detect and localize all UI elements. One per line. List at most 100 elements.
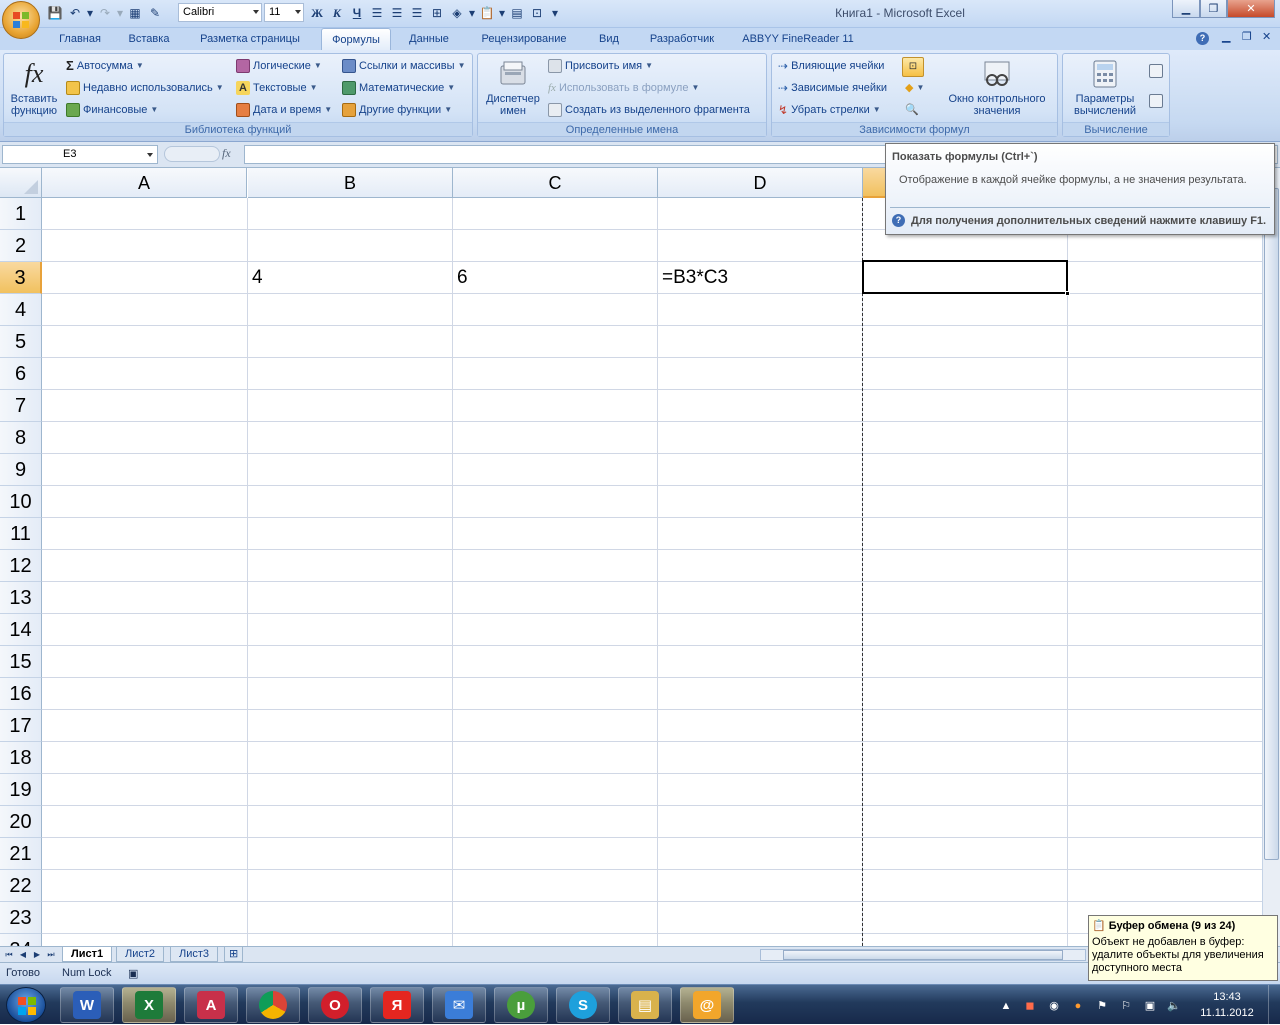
row-header-20[interactable]: 20 — [0, 806, 42, 838]
volume-icon[interactable]: 🔈 — [1166, 998, 1182, 1014]
row-header-15[interactable]: 15 — [0, 646, 42, 678]
taskbar-skype-button[interactable]: S — [556, 987, 610, 1023]
name-manager-button[interactable]: Диспетчер имен — [480, 58, 546, 117]
taskbar-explorer-button[interactable]: ▤ — [618, 987, 672, 1023]
macro-record-icon[interactable]: ▣ — [128, 967, 138, 980]
name-box[interactable]: E3 — [2, 145, 158, 164]
error-checking-button[interactable]: ◆ ▼ — [905, 79, 924, 97]
flag-icon[interactable]: ⚑ — [1094, 998, 1110, 1014]
network-icon[interactable]: ▣ — [1142, 998, 1158, 1014]
action-center-icon[interactable]: ⚐ — [1118, 998, 1134, 1014]
taskbar-yandex-button[interactable]: Я — [370, 987, 424, 1023]
close-button[interactable]: ✕ — [1227, 0, 1275, 18]
tab-view[interactable]: Вид — [588, 28, 630, 50]
row-header-18[interactable]: 18 — [0, 742, 42, 774]
formula-bar-handle[interactable] — [164, 146, 220, 162]
row-header-9[interactable]: 9 — [0, 454, 42, 486]
tab-data[interactable]: Данные — [398, 28, 460, 50]
tab-formulas[interactable]: Формулы — [321, 28, 391, 50]
datetime-functions-button[interactable]: Дата и время ▼ — [236, 101, 332, 119]
remove-arrows-button[interactable]: ↯ Убрать стрелки ▼ — [778, 101, 881, 119]
worksheet-grid[interactable]: ABCDEF 123456789101112131415161718192021… — [0, 168, 1262, 946]
row-header-23[interactable]: 23 — [0, 902, 42, 934]
network-signal-icon[interactable]: ◉ — [1046, 998, 1062, 1014]
cell-c3[interactable]: 6 — [453, 262, 657, 294]
taskbar-utorrent-button[interactable]: µ — [494, 987, 548, 1023]
tray-app-icon[interactable]: ◼ — [1022, 998, 1038, 1014]
restore-window-icon[interactable]: ❐ — [1242, 30, 1252, 43]
row-header-3[interactable]: 3 — [0, 262, 42, 294]
insert-function-icon[interactable]: fx — [222, 146, 231, 161]
fill-handle[interactable] — [1065, 291, 1070, 296]
row-header-12[interactable]: 12 — [0, 550, 42, 582]
calculate-now-icon[interactable] — [1149, 64, 1163, 81]
taskbar-chrome-button[interactable] — [246, 987, 300, 1023]
prev-sheet-icon[interactable]: ◀ — [16, 948, 30, 961]
taskbar-excel-button[interactable]: X — [122, 987, 176, 1023]
calculate-sheet-icon[interactable] — [1149, 94, 1163, 111]
taskbar-word-button[interactable]: W — [60, 987, 114, 1023]
column-header-d[interactable]: D — [658, 168, 863, 198]
define-name-button[interactable]: Присвоить имя ▼ — [548, 57, 653, 75]
sheet-tab-1[interactable]: Лист1 — [62, 947, 113, 962]
ribbon-minimize-icon[interactable]: ▁ — [1222, 30, 1230, 43]
calculation-options-button[interactable]: Параметры вычислений — [1065, 58, 1145, 117]
minimize-button[interactable]: ▁ — [1172, 0, 1200, 18]
tab-developer[interactable]: Разработчик — [638, 28, 726, 50]
tab-insert[interactable]: Вставка — [118, 28, 180, 50]
text-functions-button[interactable]: A Текстовые ▼ — [236, 79, 317, 97]
recent-functions-button[interactable]: Недавно использовались ▼ — [66, 79, 224, 97]
select-all-button[interactable] — [0, 168, 42, 198]
use-in-formula-button[interactable]: fx Использовать в формуле ▼ — [548, 79, 699, 97]
vertical-scroll-thumb[interactable] — [1264, 188, 1279, 860]
evaluate-formula-button[interactable]: 🔍 — [905, 101, 919, 119]
row-header-16[interactable]: 16 — [0, 678, 42, 710]
horizontal-scroll-thumb[interactable] — [783, 950, 1063, 960]
tray-orange-icon[interactable]: ● — [1070, 998, 1086, 1014]
row-header-5[interactable]: 5 — [0, 326, 42, 358]
close-workbook-icon[interactable]: ✕ — [1262, 30, 1271, 43]
logical-functions-button[interactable]: Логические ▼ — [236, 57, 322, 75]
row-header-10[interactable]: 10 — [0, 486, 42, 518]
row-header-21[interactable]: 21 — [0, 838, 42, 870]
column-header-a[interactable]: A — [42, 168, 247, 198]
show-formulas-button[interactable]: ⊡ — [902, 57, 924, 77]
taskbar-opera-button[interactable]: O — [308, 987, 362, 1023]
taskbar-acrobat-button[interactable]: A — [184, 987, 238, 1023]
column-header-b[interactable]: B — [248, 168, 453, 198]
row-header-6[interactable]: 6 — [0, 358, 42, 390]
tab-home[interactable]: Главная — [50, 28, 110, 50]
next-sheet-icon[interactable]: ▶ — [30, 948, 44, 961]
row-header-8[interactable]: 8 — [0, 422, 42, 454]
row-header-13[interactable]: 13 — [0, 582, 42, 614]
row-header-4[interactable]: 4 — [0, 294, 42, 326]
start-button[interactable] — [6, 987, 46, 1023]
autosum-button[interactable]: Σ Автосумма ▼ — [66, 57, 144, 75]
cell-d3[interactable]: =B3*C3 — [658, 262, 862, 294]
row-header-14[interactable]: 14 — [0, 614, 42, 646]
trace-dependents-button[interactable]: ⇢ Зависимые ячейки — [778, 79, 887, 97]
insert-sheet-button[interactable]: ⊞ — [224, 947, 244, 962]
sheet-tab-3[interactable]: Лист3 — [170, 947, 219, 962]
row-header-7[interactable]: 7 — [0, 390, 42, 422]
clock[interactable]: 13:43 11.11.2012 — [1192, 989, 1262, 1021]
show-desktop-button[interactable] — [1268, 985, 1280, 1025]
row-header-22[interactable]: 22 — [0, 870, 42, 902]
clipboard-notification[interactable]: 📋 Буфер обмена (9 из 24) Объект не добавл… — [1088, 915, 1278, 981]
row-header-24[interactable]: 24 — [0, 934, 42, 946]
other-functions-button[interactable]: Другие функции ▼ — [342, 101, 452, 119]
watch-window-button[interactable]: Окно контрольного значения — [936, 58, 1058, 117]
row-header-1[interactable]: 1 — [0, 198, 42, 230]
row-header-17[interactable]: 17 — [0, 710, 42, 742]
lookup-functions-button[interactable]: Ссылки и массивы ▼ — [342, 57, 465, 75]
row-header-11[interactable]: 11 — [0, 518, 42, 550]
sheet-tab-2[interactable]: Лист2 — [116, 947, 165, 962]
insert-function-button[interactable]: fx Вставить функцию — [6, 58, 62, 117]
column-header-c[interactable]: C — [453, 168, 658, 198]
taskbar-mailagent-button[interactable]: @ — [680, 987, 734, 1023]
first-sheet-icon[interactable]: ⏮ — [2, 948, 16, 961]
horizontal-scrollbar[interactable] — [760, 949, 1086, 961]
office-button[interactable] — [2, 1, 40, 39]
financial-functions-button[interactable]: Финансовые ▼ — [66, 101, 158, 119]
help-icon[interactable]: ? — [1196, 32, 1209, 45]
